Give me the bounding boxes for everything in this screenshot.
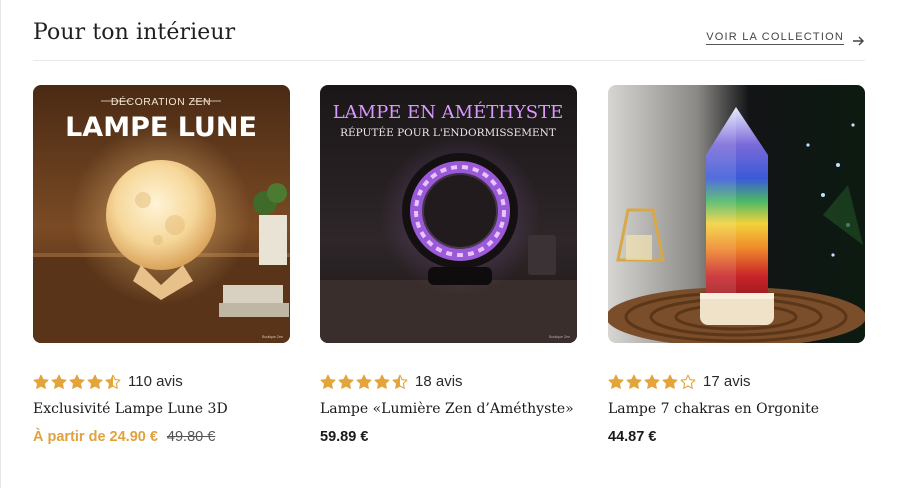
product-title[interactable]: Lampe 7 chakras en Orgonite	[608, 401, 819, 417]
review-count: 17 avis	[703, 373, 751, 390]
section-title: Pour ton intérieur	[33, 20, 236, 45]
product-card-moon-lamp[interactable]: DÉCORATION ZEN LAMPE LUNE Boutique Zen 1…	[33, 85, 290, 445]
star-full-icon	[320, 374, 336, 390]
image-watermark: Boutique Zen	[549, 335, 570, 339]
product-rating: 17 avis	[608, 373, 751, 390]
star-full-icon	[626, 374, 642, 390]
arrow-right-icon	[853, 33, 865, 46]
section-header: Pour ton intérieur VOIR LA COLLECTION	[33, 18, 865, 61]
image-headline: LAMPE EN AMÉTHYSTE	[333, 100, 564, 123]
product-image-chakra-lamp[interactable]	[608, 85, 865, 343]
price-row: 44.87 €	[608, 429, 656, 445]
review-count: 18 avis	[415, 373, 463, 390]
price-row: 59.89 €	[320, 429, 368, 445]
star-full-icon	[644, 374, 660, 390]
product-rating: 110 avis	[33, 373, 183, 390]
star-full-icon	[87, 374, 103, 390]
sale-price: À partir de 24.90 €	[33, 429, 158, 445]
star-rating	[33, 374, 123, 390]
view-collection-link[interactable]: VOIR LA COLLECTION	[706, 31, 865, 46]
product-image-amethyst-lamp[interactable]: LAMPE EN AMÉTHYSTE RÉPUTÉE POUR L'ENDORM…	[320, 85, 577, 343]
star-full-icon	[608, 374, 624, 390]
product-card-amethyst-lamp[interactable]: LAMPE EN AMÉTHYSTE RÉPUTÉE POUR L'ENDORM…	[320, 85, 577, 445]
product-rating: 18 avis	[320, 373, 463, 390]
price-row: À partir de 24.90 € 49.80 €	[33, 429, 215, 445]
star-full-icon	[338, 374, 354, 390]
image-watermark: Boutique Zen	[262, 335, 283, 339]
sale-price: 59.89 €	[320, 429, 369, 445]
star-full-icon	[33, 374, 49, 390]
star-half-icon	[105, 374, 121, 390]
star-half-icon	[392, 374, 408, 390]
star-full-icon	[51, 374, 67, 390]
star-rating	[320, 374, 410, 390]
sale-price: 44.87 €	[608, 429, 657, 445]
image-subline: RÉPUTÉE POUR L'ENDORMISSEMENT	[340, 125, 556, 139]
star-full-icon	[374, 374, 390, 390]
view-collection-label: VOIR LA COLLECTION	[706, 31, 844, 45]
compare-price: 49.80 €	[166, 429, 216, 445]
review-count: 110 avis	[128, 373, 183, 390]
product-title[interactable]: Lampe «Lumière Zen d’Améthyste»	[320, 401, 574, 417]
star-empty-icon	[680, 374, 696, 390]
star-full-icon	[662, 374, 678, 390]
star-rating	[608, 374, 698, 390]
star-full-icon	[356, 374, 372, 390]
star-full-icon	[69, 374, 85, 390]
product-card-chakra-lamp[interactable]: 17 avis Lampe 7 chakras en Orgonite 44.8…	[608, 85, 865, 445]
image-kicker: DÉCORATION ZEN	[111, 95, 211, 108]
product-image-moon-lamp[interactable]: DÉCORATION ZEN LAMPE LUNE Boutique Zen	[33, 85, 290, 343]
image-headline: LAMPE LUNE	[65, 112, 257, 143]
product-title[interactable]: Exclusivité Lampe Lune 3D	[33, 401, 228, 417]
collection-section: Pour ton intérieur VOIR LA COLLECTION DÉ…	[1, 0, 908, 488]
